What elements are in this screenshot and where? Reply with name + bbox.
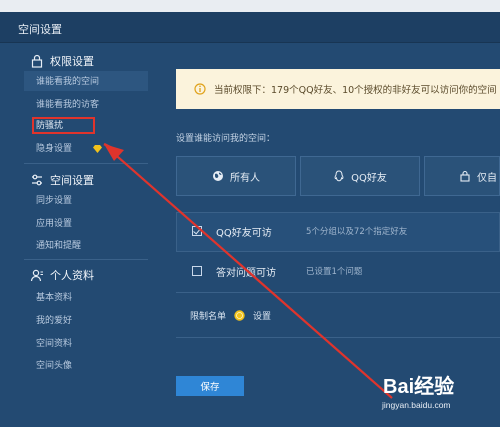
user-icon — [30, 269, 43, 282]
who-can-access-label: 设置谁能访问我的空间： — [176, 134, 276, 144]
row-divider — [176, 292, 500, 293]
row-divider — [176, 337, 500, 338]
sidebar-item-notifications[interactable]: 通知和提醒 — [36, 238, 81, 254]
sidebar-item-who-can-view-visitors[interactable]: 谁能看我的访客 — [36, 97, 99, 113]
row-label: 答对问题可访 — [216, 268, 276, 279]
sidebar-item-basic-info[interactable]: 基本资料 — [36, 290, 72, 306]
option-label: 所有人 — [230, 172, 260, 184]
sidebar-item-hobbies[interactable]: 我的爱好 — [36, 313, 72, 329]
sidebar-divider — [24, 163, 148, 164]
row-description: 已设置1个问题 — [306, 267, 363, 277]
highlight-box — [32, 117, 95, 134]
save-button[interactable]: 保存 — [176, 376, 244, 396]
lock-icon — [31, 54, 43, 68]
sidebar-section-permissions[interactable]: 权限设置 — [30, 53, 94, 69]
sidebar-item-invisible-settings[interactable]: 隐身设置 — [36, 141, 72, 157]
answer-question-checkbox[interactable] — [192, 266, 202, 276]
lock-icon — [460, 170, 470, 182]
sidebar-item-space-avatar[interactable]: 空间头像 — [36, 358, 72, 374]
watermark-brand: Bai经验 — [383, 376, 455, 398]
answer-question-access-row[interactable]: 答对问题可访 已设置1个问题 — [176, 252, 500, 292]
globe-icon — [213, 171, 223, 181]
sidebar-item-space-info[interactable]: 空间资料 — [36, 336, 72, 352]
permission-notice: 当前权限下：179个QQ好友、10个授权的非好友可以访问你的空间 — [176, 69, 500, 109]
row-label: QQ好友可访 — [216, 228, 272, 239]
sidebar-section-profile[interactable]: 个人资料 — [30, 267, 94, 283]
qq-friends-access-row[interactable]: QQ好友可访 5个分组以及72个指定好友 — [176, 212, 500, 252]
window-title: 空间设置 — [18, 23, 62, 36]
diamond-icon — [93, 145, 102, 153]
restricted-list-row: 限制名单 设置 — [190, 307, 271, 323]
sidebar-divider — [24, 259, 148, 260]
option-label: QQ好友 — [351, 172, 387, 184]
sidebar-section-title: 个人资料 — [50, 269, 94, 282]
sidebar-section-space-settings[interactable]: 空间设置 — [30, 172, 94, 188]
info-icon — [194, 83, 206, 95]
restricted-list-settings-link[interactable]: 设置 — [253, 309, 271, 322]
sidebar-section-title: 权限设置 — [50, 55, 94, 68]
option-qq-friends[interactable]: QQ好友 — [300, 156, 420, 196]
title-bar: 空间设置 — [0, 12, 500, 43]
qq-friends-checkbox[interactable] — [192, 226, 202, 236]
sidebar-section-title: 空间设置 — [50, 174, 94, 187]
sidebar-item-sync-settings[interactable]: 同步设置 — [36, 193, 72, 209]
settings-icon — [32, 174, 42, 186]
option-label: 仅自 — [477, 172, 497, 184]
watermark-url: jingyan.baidu.com — [382, 400, 451, 410]
sidebar-item-app-settings[interactable]: 应用设置 — [36, 216, 72, 232]
option-only-me[interactable]: 仅自 — [424, 156, 500, 196]
row-description: 5个分组以及72个指定好友 — [306, 227, 408, 237]
notice-text: 当前权限下：179个QQ好友、10个授权的非好友可以访问你的空间 — [214, 85, 497, 96]
qq-penguin-icon — [334, 170, 344, 182]
top-strip — [0, 0, 500, 12]
sidebar-item-who-can-view-space[interactable]: 谁能看我的空间 — [36, 74, 99, 90]
baidu-jingyan-watermark: Bai经验 jingyan.baidu.com — [380, 370, 498, 418]
restricted-list-label: 限制名单 — [190, 311, 227, 322]
option-everyone[interactable]: 所有人 — [176, 156, 296, 196]
coin-icon — [234, 309, 245, 321]
